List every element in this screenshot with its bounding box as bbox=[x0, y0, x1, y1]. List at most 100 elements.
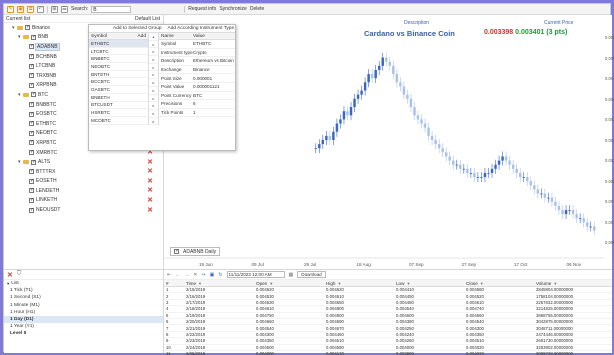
remove-icon[interactable]: ✕ bbox=[147, 187, 153, 194]
undo-icon[interactable]: ↶ bbox=[37, 5, 44, 13]
row-checkbox[interactable] bbox=[29, 72, 34, 79]
tree-row[interactable]: NEOUSDT ✕ bbox=[4, 205, 163, 215]
col-open[interactable]: Open ▼ bbox=[256, 281, 326, 286]
add-by-type-button[interactable]: Add According Instrument Type bbox=[168, 26, 235, 31]
delete-button[interactable]: Delete bbox=[250, 6, 264, 12]
row-checkbox[interactable] bbox=[31, 159, 36, 165]
add-arrow-icon[interactable]: ▸ bbox=[149, 64, 158, 72]
add-arrow-icon[interactable]: ▸ bbox=[149, 41, 158, 49]
symbol-list-item[interactable]: LTCBTC bbox=[89, 48, 148, 56]
row-checkbox[interactable] bbox=[29, 101, 34, 108]
synchronize-button[interactable]: Synchronize bbox=[219, 6, 247, 12]
scroll-up-icon[interactable]: ▴ bbox=[149, 33, 158, 41]
row-checkbox[interactable] bbox=[29, 149, 34, 156]
timeframe-item[interactable]: 1 Second (S1) bbox=[4, 294, 163, 301]
remove-icon[interactable]: ✕ bbox=[147, 197, 153, 204]
table-row[interactable]: 11 2/25/2019 0.004000 0.004170 0.003900 0.004… bbox=[164, 351, 612, 355]
default-list-selector[interactable]: Default List bbox=[135, 16, 160, 22]
row-checkbox[interactable] bbox=[29, 187, 34, 194]
add-arrow-icon[interactable]: ▸ bbox=[149, 71, 158, 80]
expand-icon[interactable]: ▾ bbox=[7, 281, 9, 287]
col-low[interactable]: Low ▼ bbox=[396, 281, 466, 286]
symbol-list-item[interactable]: ETHBTC bbox=[89, 40, 148, 48]
download-button[interactable]: Download bbox=[297, 271, 326, 278]
col-close[interactable]: Close ▼ bbox=[466, 281, 536, 286]
symbol-list-item[interactable]: BNBBTC bbox=[89, 55, 148, 64]
calendar-icon[interactable]: ▦ bbox=[289, 272, 294, 278]
tree-row[interactable]: LENDETH ✕ bbox=[4, 186, 163, 196]
tree-row[interactable]: BTTTRX ✕ bbox=[4, 167, 163, 177]
timeframe-item[interactable]: 1 Hour (H1) bbox=[4, 309, 163, 316]
col-volume[interactable]: Volume ▼ bbox=[536, 281, 612, 286]
add-arrow-icon[interactable]: ▸ bbox=[149, 118, 158, 126]
remove-icon[interactable]: ✕ bbox=[7, 271, 13, 279]
symbol-list-item[interactable]: BTCUSDT bbox=[89, 102, 148, 110]
symbol-list-item[interactable]: GASBTC bbox=[89, 86, 148, 94]
row-checkbox[interactable] bbox=[29, 63, 34, 69]
remove-icon[interactable]: ✕ bbox=[147, 168, 153, 175]
add-arrow-icon[interactable]: ▸ bbox=[149, 48, 158, 57]
request-info-button[interactable]: Request info bbox=[188, 6, 216, 12]
refresh-icon[interactable]: ↻ bbox=[218, 272, 222, 278]
tree-row[interactable]: EOSETH ✕ bbox=[4, 177, 163, 187]
row-checkbox[interactable] bbox=[31, 34, 36, 40]
series-checkbox[interactable] bbox=[174, 248, 179, 254]
list-root[interactable]: ▾ List bbox=[4, 280, 163, 287]
col-high[interactable]: High ▼ bbox=[326, 281, 396, 286]
row-checkbox[interactable] bbox=[29, 197, 34, 203]
row-checkbox[interactable] bbox=[25, 24, 30, 31]
filter-icon[interactable]: ▼ bbox=[480, 281, 484, 286]
date-picker[interactable]: 11/11/2023 12:00 AM bbox=[226, 271, 285, 278]
list-icon[interactable]: ☰ bbox=[61, 5, 68, 13]
symbol-dropdown[interactable]: Add to Selected Group Add According Inst… bbox=[88, 24, 236, 151]
row-checkbox[interactable] bbox=[31, 91, 36, 98]
row-checkbox[interactable] bbox=[29, 207, 34, 213]
search-input[interactable]: B bbox=[91, 5, 132, 13]
row-checkbox[interactable] bbox=[29, 82, 34, 88]
row-checkbox[interactable] bbox=[29, 43, 34, 50]
symbol-list-item[interactable]: MCOBTC bbox=[89, 117, 148, 125]
add-to-group-button[interactable]: Add to Selected Group bbox=[113, 26, 162, 31]
add-arrow-icon[interactable]: ▸ bbox=[149, 87, 158, 95]
filter-icon[interactable]: ▼ bbox=[337, 281, 341, 286]
add-arrow-icon[interactable]: ▸ bbox=[149, 79, 158, 87]
delete-icon[interactable]: ✕ bbox=[193, 272, 197, 278]
filter-icon[interactable]: ▼ bbox=[553, 281, 557, 286]
row-checkbox[interactable] bbox=[29, 111, 34, 117]
row-checkbox[interactable] bbox=[29, 178, 34, 184]
timeframe-item[interactable]: 1 Day (D1) bbox=[4, 315, 163, 324]
share-icon[interactable]: ↪ bbox=[201, 272, 205, 278]
timeframe-item[interactable]: Level II bbox=[4, 330, 163, 337]
add-arrow-icon[interactable]: ▸ bbox=[149, 110, 158, 118]
row-checkbox[interactable] bbox=[29, 168, 34, 175]
row-checkbox[interactable] bbox=[29, 139, 34, 146]
symbol-list-item[interactable]: BCCBTC bbox=[89, 78, 148, 87]
symbol-list-item[interactable]: NEOBTC bbox=[89, 63, 148, 71]
first-page-icon[interactable]: ⇤ bbox=[167, 272, 171, 278]
filter-icon[interactable]: ⛉ bbox=[17, 271, 22, 278]
row-checkbox[interactable] bbox=[29, 120, 34, 127]
save-icon[interactable]: ▣ bbox=[17, 5, 24, 13]
filter-icon[interactable]: ▼ bbox=[198, 281, 202, 286]
row-checkbox[interactable] bbox=[29, 130, 34, 136]
symbol-list-item[interactable]: BNTETH bbox=[89, 71, 148, 79]
timeframe-item[interactable]: 1 Tick (T1) bbox=[4, 287, 163, 294]
remove-icon[interactable]: ✕ bbox=[147, 178, 153, 185]
remove-icon[interactable]: ✕ bbox=[147, 159, 153, 166]
symbol-list-item[interactable]: HSRBTC bbox=[89, 109, 148, 117]
add-arrow-icon[interactable]: ▸ bbox=[149, 102, 158, 110]
filter-icon[interactable]: ▼ bbox=[406, 281, 410, 286]
symbol-list-item[interactable]: BNBETH bbox=[89, 94, 148, 102]
remove-icon[interactable]: ✕ bbox=[147, 207, 153, 214]
timeframe-item[interactable]: 1 Year (Y1) bbox=[4, 323, 163, 330]
tree-row[interactable]: LINKETH ✕ bbox=[4, 196, 163, 206]
timeframe-item[interactable]: 1 Minute (M1) bbox=[4, 302, 163, 309]
filter-icon[interactable]: ▼ bbox=[269, 281, 273, 286]
series-toggle[interactable]: ADABNB Daily bbox=[170, 247, 221, 256]
close-icon[interactable]: ✕ bbox=[7, 5, 14, 13]
add-arrow-icon[interactable]: ▸ bbox=[149, 95, 158, 103]
next-icon[interactable]: → bbox=[184, 272, 189, 278]
tree-row[interactable]: ▾ALTS✕ bbox=[4, 157, 163, 167]
copy-icon[interactable]: ⧉ bbox=[27, 5, 34, 13]
row-checkbox[interactable] bbox=[29, 53, 34, 60]
